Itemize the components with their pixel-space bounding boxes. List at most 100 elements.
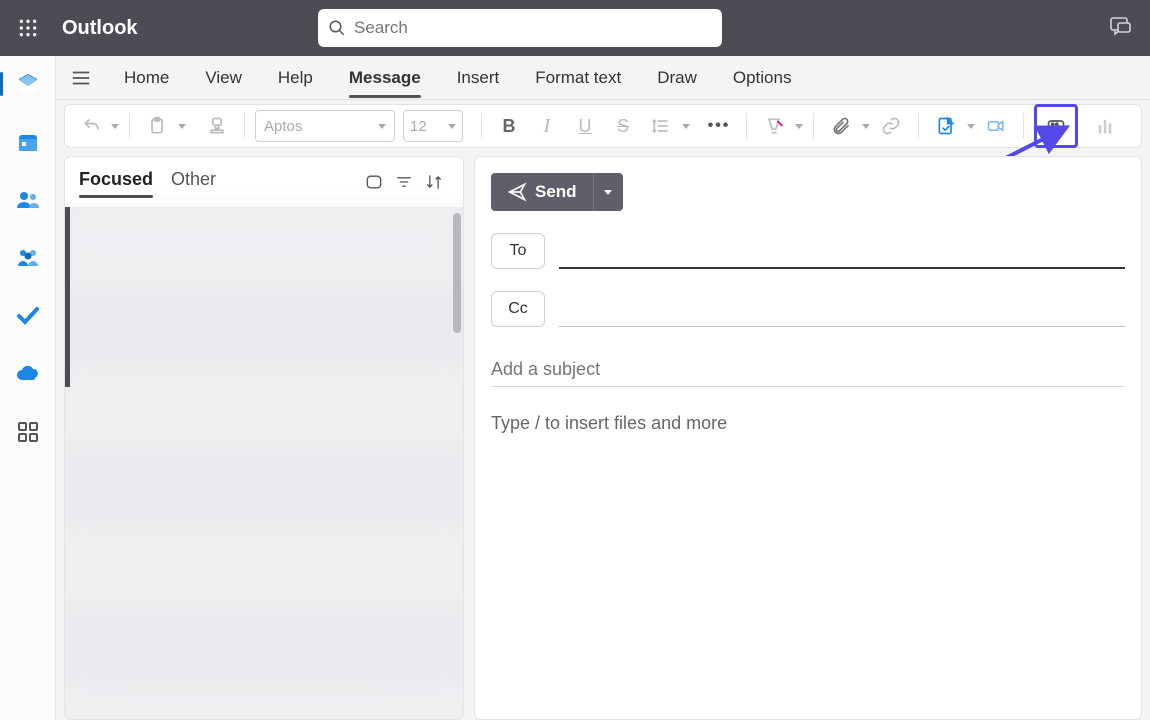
app-launcher-button[interactable]	[0, 0, 56, 56]
rail-todo[interactable]	[14, 302, 42, 330]
rail-apps[interactable]	[14, 418, 42, 446]
tab-home[interactable]: Home	[106, 56, 187, 100]
italic-button[interactable]: I	[530, 109, 564, 143]
ribbon-tabs: Home View Help Message Insert Format tex…	[56, 56, 1150, 100]
left-rail	[0, 56, 56, 720]
link-button[interactable]	[874, 109, 908, 143]
cc-button[interactable]: Cc	[491, 291, 545, 327]
bold-button[interactable]: B	[492, 109, 526, 143]
font-name-dropdown[interactable]: Aptos	[255, 110, 395, 142]
chevron-down-icon	[604, 190, 612, 195]
separator	[813, 113, 814, 139]
separator	[1023, 113, 1024, 139]
filter-icon	[394, 172, 414, 192]
search-input[interactable]	[354, 18, 712, 38]
rail-mail[interactable]	[14, 70, 42, 98]
tab-view[interactable]: View	[187, 56, 260, 100]
calendar-icon	[16, 130, 40, 154]
chevron-down-icon	[795, 124, 803, 129]
send-icon	[507, 182, 527, 202]
search-box[interactable]	[318, 9, 722, 47]
people-icon	[16, 188, 40, 212]
sort-icon	[424, 172, 444, 192]
select-mode-button[interactable]	[359, 167, 389, 197]
rail-onedrive[interactable]	[14, 360, 42, 388]
line-spacing-button[interactable]	[644, 109, 678, 143]
undo-button[interactable]	[75, 109, 109, 143]
apps-toolbar-button[interactable]	[1039, 109, 1073, 143]
clear-formatting-button[interactable]	[757, 109, 791, 143]
message-list-pane: Focused Other	[64, 156, 464, 720]
list-tab-other[interactable]: Other	[171, 169, 216, 194]
rail-people[interactable]	[14, 186, 42, 214]
font-size-dropdown[interactable]: 12	[403, 110, 463, 142]
list-tab-focused[interactable]: Focused	[79, 169, 153, 194]
signature-button[interactable]	[929, 109, 963, 143]
separator	[746, 113, 747, 139]
apps-icon	[16, 420, 40, 444]
stamp-icon	[207, 116, 227, 136]
scrollbar-thumb[interactable]	[453, 213, 461, 333]
separator	[481, 113, 482, 139]
send-options-button[interactable]	[593, 173, 623, 211]
title-bar: Outlook	[0, 0, 1150, 56]
paste-button[interactable]	[140, 109, 174, 143]
clipboard-icon	[147, 116, 167, 136]
chat-button[interactable]	[1108, 14, 1132, 43]
apps-toolbar-highlight	[1034, 104, 1078, 148]
selection-indicator	[65, 207, 70, 387]
todo-icon	[16, 304, 40, 328]
font-size-value: 12	[410, 118, 427, 135]
chat-icon	[1108, 14, 1132, 38]
chevron-down-icon	[111, 124, 119, 129]
line-spacing-icon	[651, 116, 671, 136]
tab-draw[interactable]: Draw	[639, 56, 715, 100]
tab-format-text[interactable]: Format text	[517, 56, 639, 100]
main-area: Home View Help Message Insert Format tex…	[56, 56, 1150, 720]
rail-groups[interactable]	[14, 244, 42, 272]
to-button[interactable]: To	[491, 233, 545, 269]
cloud-icon	[16, 362, 40, 386]
chevron-down-icon	[178, 124, 186, 129]
message-list-header: Focused Other	[65, 157, 463, 207]
sort-button[interactable]	[419, 167, 449, 197]
signature-icon	[936, 116, 956, 136]
groups-icon	[16, 246, 40, 270]
hamburger-button[interactable]	[56, 67, 106, 89]
cc-input[interactable]	[559, 293, 1125, 327]
subject-input[interactable]	[491, 353, 1125, 387]
clear-format-icon	[764, 116, 784, 136]
chevron-down-icon	[967, 124, 975, 129]
more-formatting-button[interactable]: •••	[702, 109, 736, 143]
select-icon	[364, 172, 384, 192]
rail-calendar[interactable]	[14, 128, 42, 156]
separator	[918, 113, 919, 139]
paperclip-icon	[831, 116, 851, 136]
mail-icon	[16, 72, 40, 96]
tab-message[interactable]: Message	[331, 56, 439, 100]
send-label: Send	[535, 182, 577, 202]
tab-insert[interactable]: Insert	[439, 56, 518, 100]
body-placeholder[interactable]: Type / to insert files and more	[491, 413, 1141, 434]
ribbon-toolbar: Aptos 12 B I U S •••	[64, 104, 1142, 148]
send-button[interactable]: Send	[491, 173, 593, 211]
video-button[interactable]	[979, 109, 1013, 143]
poll-button[interactable]	[1088, 109, 1122, 143]
message-list-body[interactable]	[65, 207, 463, 719]
separator	[244, 113, 245, 139]
chevron-down-icon	[682, 124, 690, 129]
chevron-down-icon	[862, 124, 870, 129]
hamburger-icon	[70, 67, 92, 89]
bar-chart-icon	[1095, 116, 1115, 136]
strikethrough-button[interactable]: S	[606, 109, 640, 143]
attach-button[interactable]	[824, 109, 858, 143]
tab-options[interactable]: Options	[715, 56, 810, 100]
font-name-value: Aptos	[264, 118, 302, 135]
filter-button[interactable]	[389, 167, 419, 197]
waffle-icon	[18, 18, 38, 38]
tab-help[interactable]: Help	[260, 56, 331, 100]
underline-button[interactable]: U	[568, 109, 602, 143]
format-painter-button[interactable]	[200, 109, 234, 143]
blurred-messages	[65, 207, 463, 719]
to-input[interactable]	[559, 235, 1125, 269]
